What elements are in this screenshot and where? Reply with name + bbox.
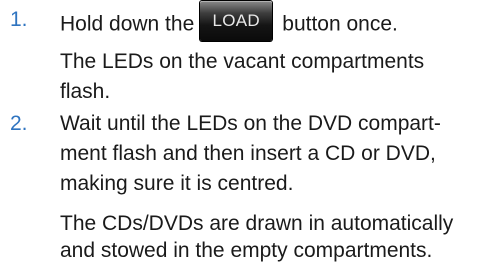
step-1-number: 1. [10, 8, 28, 31]
step-1-instruction-before: Hold down the [60, 12, 195, 36]
step-2-number: 2. [10, 112, 28, 135]
step-1-result-line-2: flash. [60, 80, 111, 103]
load-button[interactable]: LOAD [200, 1, 273, 41]
step-2-instruction-line-1: Wait until the LEDs on the DVD compart- [60, 112, 441, 135]
step-2-result-line-2: and stowed in the empty compartments. [60, 239, 433, 262]
step-1-result-line-1: The LEDs on the vacant compartments [60, 50, 425, 73]
step-1-instruction-after: button once. [282, 12, 398, 36]
step-2-instruction-line-2: ment flash and then insert a CD or DVD, [60, 142, 436, 165]
step-2-result-line-1: The CDs/DVDs are drawn in automatically [60, 212, 454, 235]
step-2-instruction-line-3: making sure it is centred. [60, 172, 294, 195]
step-1-instruction: Hold down the LOAD button once. [60, 1, 398, 45]
